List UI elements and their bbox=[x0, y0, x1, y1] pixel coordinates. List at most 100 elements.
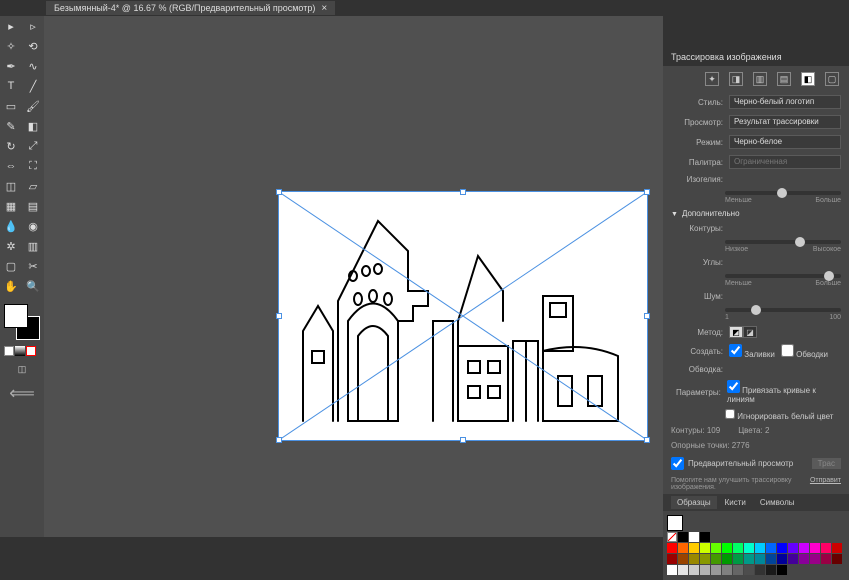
swatch[interactable] bbox=[733, 554, 743, 564]
swatch[interactable] bbox=[788, 543, 798, 553]
fill-stroke-swatch[interactable] bbox=[4, 304, 40, 340]
swatch[interactable] bbox=[832, 554, 842, 564]
swatch[interactable] bbox=[678, 565, 688, 575]
swatch[interactable] bbox=[667, 515, 683, 531]
swatch[interactable] bbox=[799, 543, 809, 553]
line-tool[interactable]: ╱ bbox=[22, 76, 44, 96]
swatch[interactable] bbox=[744, 554, 754, 564]
document-tab[interactable]: Безымянный-4* @ 16.67 % (RGB/Предварител… bbox=[46, 1, 335, 15]
swatch[interactable] bbox=[755, 554, 765, 564]
zoom-tool[interactable]: 🔍 bbox=[22, 276, 44, 296]
paths-slider[interactable] bbox=[725, 240, 841, 244]
swatch[interactable] bbox=[700, 543, 710, 553]
mesh-tool[interactable]: ▦ bbox=[0, 196, 22, 216]
magic-wand-tool[interactable]: ✧ bbox=[0, 36, 22, 56]
threshold-slider[interactable] bbox=[725, 191, 841, 195]
corners-slider[interactable] bbox=[725, 274, 841, 278]
tab-brushes[interactable]: Кисти bbox=[719, 496, 752, 509]
rotate-tool[interactable]: ↻ bbox=[0, 136, 22, 156]
direct-selection-tool[interactable]: ▹ bbox=[22, 16, 44, 36]
swatch[interactable] bbox=[744, 565, 754, 575]
swatch[interactable] bbox=[810, 543, 820, 553]
noise-slider[interactable] bbox=[725, 308, 841, 312]
swatch[interactable] bbox=[766, 565, 776, 575]
swatch[interactable] bbox=[700, 554, 710, 564]
swatch[interactable] bbox=[733, 543, 743, 553]
free-transform-tool[interactable]: ⛶ bbox=[22, 156, 44, 176]
strokes-checkbox[interactable]: Обводки bbox=[781, 344, 828, 359]
none-mode-icon[interactable] bbox=[26, 346, 36, 356]
perspective-tool[interactable]: ▱ bbox=[22, 176, 44, 196]
tab-swatches[interactable]: Образцы bbox=[671, 496, 717, 509]
preset-bw-icon[interactable]: ◧ bbox=[801, 72, 815, 86]
color-mode-icon[interactable] bbox=[4, 346, 14, 356]
artboard-tool[interactable]: ▢ bbox=[0, 256, 22, 276]
swatch[interactable] bbox=[722, 543, 732, 553]
swatch[interactable] bbox=[788, 554, 798, 564]
swatch[interactable] bbox=[755, 565, 765, 575]
preset-low-icon[interactable]: ▥ bbox=[753, 72, 767, 86]
swatch[interactable] bbox=[777, 543, 787, 553]
swatch[interactable] bbox=[678, 543, 688, 553]
snap-checkbox[interactable]: Привязать кривые к линиям bbox=[727, 380, 841, 404]
preview-checkbox[interactable] bbox=[671, 457, 684, 470]
scale-tool[interactable]: ⤢ bbox=[22, 136, 44, 156]
swatch[interactable] bbox=[689, 554, 699, 564]
draw-mode[interactable]: ◫ bbox=[0, 362, 44, 377]
preset-gray-icon[interactable]: ▤ bbox=[777, 72, 791, 86]
shape-builder-tool[interactable]: ◫ bbox=[0, 176, 22, 196]
swatch[interactable] bbox=[667, 543, 677, 553]
swatch[interactable] bbox=[777, 554, 787, 564]
swatch[interactable] bbox=[733, 565, 743, 575]
shaper-tool[interactable]: ✎ bbox=[0, 116, 22, 136]
mode-select[interactable]: Черно-белое bbox=[729, 135, 841, 149]
swatch[interactable] bbox=[755, 543, 765, 553]
method-overlap-icon[interactable]: ◪ bbox=[743, 326, 757, 338]
swatch[interactable] bbox=[667, 565, 677, 575]
swatch[interactable] bbox=[832, 543, 842, 553]
screen-mode-icon[interactable]: ⟸ bbox=[0, 383, 44, 404]
swatch[interactable] bbox=[810, 554, 820, 564]
swatch[interactable] bbox=[678, 554, 688, 564]
close-icon[interactable]: × bbox=[321, 3, 327, 14]
style-select[interactable]: Черно-белый логотип bbox=[729, 95, 841, 109]
preset-outline-icon[interactable]: ▢ bbox=[825, 72, 839, 86]
view-select[interactable]: Результат трассировки bbox=[729, 115, 841, 129]
swatch[interactable] bbox=[667, 532, 677, 542]
method-abutting-icon[interactable]: ◩ bbox=[729, 326, 743, 338]
swatch[interactable] bbox=[722, 565, 732, 575]
swatch[interactable] bbox=[722, 554, 732, 564]
swatch[interactable] bbox=[799, 554, 809, 564]
swatch[interactable] bbox=[678, 532, 688, 542]
curvature-tool[interactable]: ∿ bbox=[22, 56, 44, 76]
lasso-tool[interactable]: ⟲ bbox=[22, 36, 44, 56]
swatch[interactable] bbox=[744, 543, 754, 553]
pen-tool[interactable]: ✒ bbox=[0, 56, 22, 76]
gradient-tool[interactable]: ▤ bbox=[22, 196, 44, 216]
swatch[interactable] bbox=[689, 543, 699, 553]
swatch[interactable] bbox=[689, 565, 699, 575]
fills-checkbox[interactable]: Заливки bbox=[729, 344, 775, 359]
ignore-white-checkbox[interactable]: Игнорировать белый цвет bbox=[725, 409, 833, 421]
eyedropper-tool[interactable]: 💧 bbox=[0, 216, 22, 236]
swatch[interactable] bbox=[667, 554, 677, 564]
swatch[interactable] bbox=[700, 532, 710, 542]
blend-tool[interactable]: ◉ bbox=[22, 216, 44, 236]
gradient-mode-icon[interactable] bbox=[15, 346, 25, 356]
swatch[interactable] bbox=[821, 543, 831, 553]
swatch[interactable] bbox=[689, 532, 699, 542]
fill-color[interactable] bbox=[4, 304, 28, 328]
canvas[interactable] bbox=[44, 16, 663, 537]
help-link[interactable]: Отправит bbox=[810, 477, 841, 491]
swatch[interactable] bbox=[821, 554, 831, 564]
width-tool[interactable]: ⇔ bbox=[0, 156, 22, 176]
hand-tool[interactable]: ✋ bbox=[0, 276, 22, 296]
swatch[interactable] bbox=[766, 554, 776, 564]
swatch[interactable] bbox=[700, 565, 710, 575]
swatch[interactable] bbox=[766, 543, 776, 553]
type-tool[interactable]: T bbox=[0, 76, 22, 96]
preset-auto-icon[interactable]: ✦ bbox=[705, 72, 719, 86]
swatch[interactable] bbox=[777, 565, 787, 575]
method-toggle[interactable]: ◩◪ bbox=[729, 326, 757, 338]
rectangle-tool[interactable]: ▭ bbox=[0, 96, 22, 116]
